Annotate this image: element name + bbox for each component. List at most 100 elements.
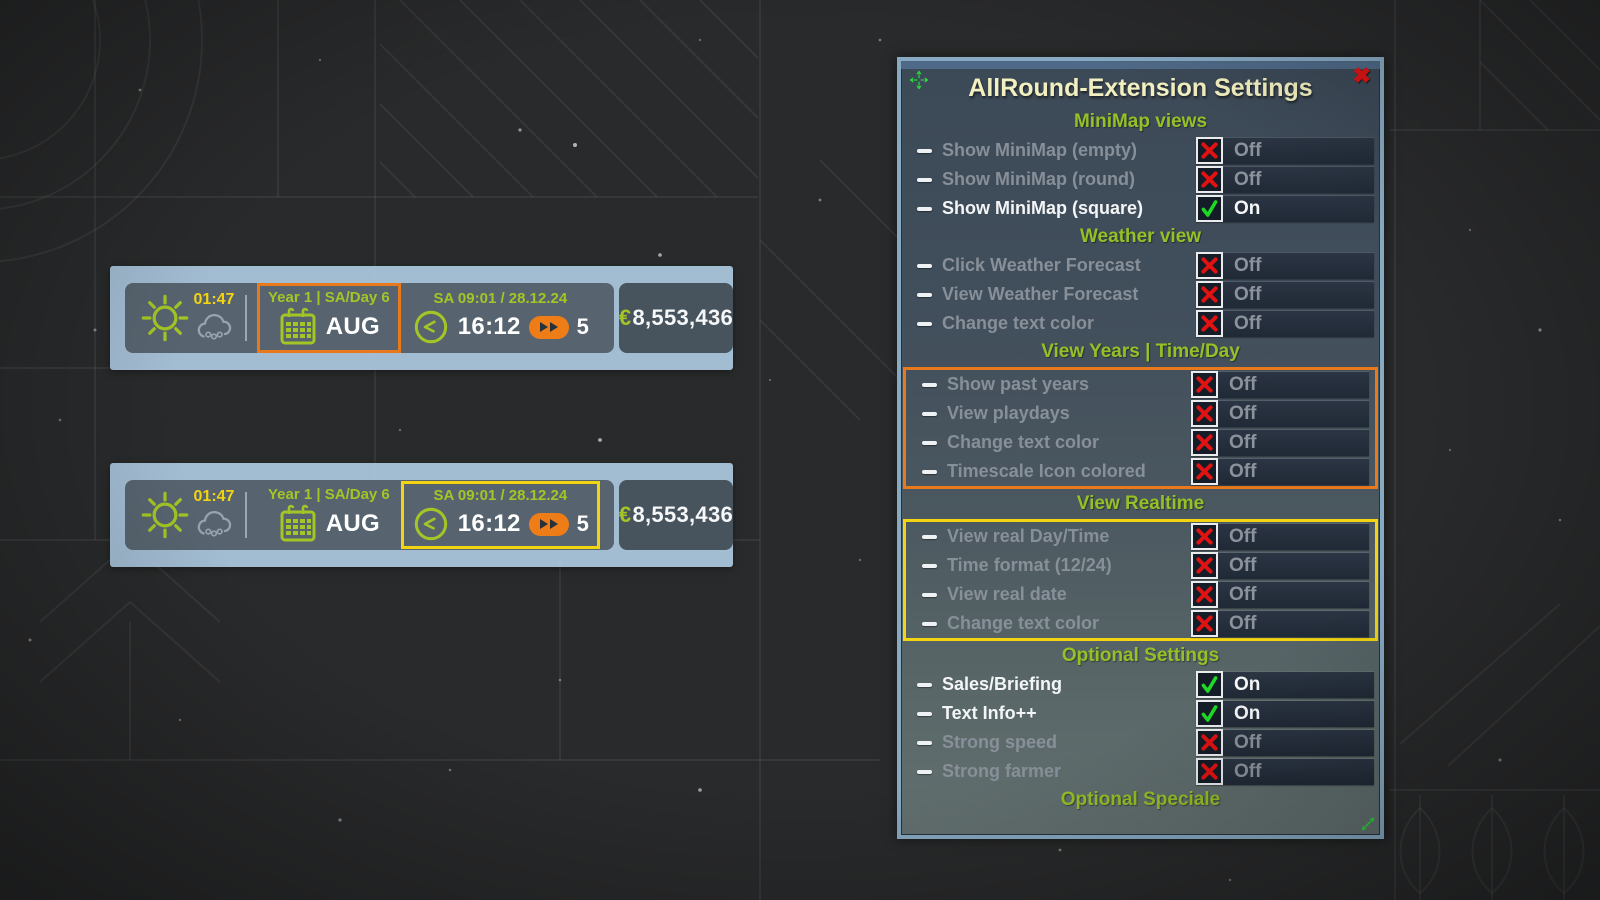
checkbox-unchecked-icon[interactable] bbox=[1196, 137, 1223, 164]
move-handle[interactable] bbox=[908, 69, 930, 91]
setting-toggle[interactable]: Off bbox=[1191, 611, 1369, 637]
state-label: Off bbox=[1229, 526, 1256, 548]
checkbox-unchecked-icon[interactable] bbox=[1196, 729, 1223, 756]
weather-section: 01:47 bbox=[139, 291, 235, 345]
setting-toggle[interactable]: On bbox=[1196, 672, 1374, 698]
fast-forward-icon bbox=[550, 519, 558, 529]
setting-toggle[interactable]: Off bbox=[1191, 372, 1369, 398]
state-label: On bbox=[1234, 198, 1260, 220]
settings-group: View real Day/TimeOffTime format (12/24)… bbox=[903, 519, 1378, 641]
checkbox-checked-icon[interactable] bbox=[1196, 700, 1223, 727]
calendar-icon bbox=[278, 504, 318, 544]
checkbox-unchecked-icon[interactable] bbox=[1196, 166, 1223, 193]
setting-toggle[interactable]: Off bbox=[1191, 430, 1369, 456]
fast-forward-icon bbox=[540, 519, 548, 529]
setting-label: Show MiniMap (square) bbox=[942, 198, 1196, 219]
settings-row: Show MiniMap (round)Off bbox=[901, 165, 1380, 194]
sun-icon bbox=[139, 292, 191, 344]
setting-toggle[interactable]: Off bbox=[1191, 582, 1369, 608]
resize-icon[interactable] bbox=[1360, 816, 1376, 832]
currency-icon: € bbox=[619, 305, 632, 331]
settings-row: View real dateOff bbox=[906, 580, 1375, 609]
setting-toggle[interactable]: On bbox=[1196, 701, 1374, 727]
section-header: MiniMap views bbox=[901, 108, 1380, 136]
hud-bar-1: 01:47 Year 1 | SA/Day 6 bbox=[110, 266, 733, 370]
money-box: € 8,553,436 bbox=[619, 480, 733, 550]
dash-icon bbox=[922, 383, 937, 387]
checkbox-checked-icon[interactable] bbox=[1196, 671, 1223, 698]
clock-section: SA 09:01 / 28.12.24 16:12 5 bbox=[401, 284, 600, 352]
timescale-value: 5 bbox=[577, 314, 589, 340]
setting-toggle[interactable]: Off bbox=[1196, 311, 1374, 337]
setting-toggle[interactable]: Off bbox=[1191, 553, 1369, 579]
dash-icon bbox=[917, 322, 932, 326]
settings-row: Strong farmerOff bbox=[901, 757, 1380, 786]
timescale-badge bbox=[529, 513, 569, 536]
dash-icon bbox=[917, 741, 932, 745]
settings-row: Show MiniMap (square) On bbox=[901, 194, 1380, 223]
checkbox-unchecked-icon[interactable] bbox=[1196, 281, 1223, 308]
hud-divider bbox=[245, 492, 247, 538]
setting-label: View real date bbox=[947, 584, 1191, 605]
checkbox-unchecked-icon[interactable] bbox=[1196, 758, 1223, 785]
setting-toggle[interactable]: Off bbox=[1196, 138, 1374, 164]
rain-cloud-icon bbox=[193, 309, 235, 345]
money-value: 8,553,436 bbox=[632, 305, 733, 331]
checkbox-unchecked-icon[interactable] bbox=[1191, 400, 1218, 427]
checkbox-unchecked-icon[interactable] bbox=[1191, 610, 1218, 637]
setting-label: Click Weather Forecast bbox=[942, 255, 1196, 276]
dash-icon bbox=[922, 535, 937, 539]
checkbox-unchecked-icon[interactable] bbox=[1191, 552, 1218, 579]
state-label: Off bbox=[1229, 461, 1256, 483]
hud-info-bar: 01:47 Year 1 | SA/Day 6 bbox=[125, 283, 614, 353]
state-label: On bbox=[1234, 703, 1260, 725]
dash-icon bbox=[917, 178, 932, 182]
settings-row: Timescale Icon coloredOff bbox=[906, 457, 1375, 486]
checkbox-unchecked-icon[interactable] bbox=[1196, 252, 1223, 279]
dash-icon bbox=[917, 207, 932, 211]
setting-label: Change text color bbox=[942, 313, 1196, 334]
close-icon[interactable]: ✖ bbox=[1353, 65, 1371, 87]
checkbox-unchecked-icon[interactable] bbox=[1191, 581, 1218, 608]
state-label: Off bbox=[1234, 761, 1261, 783]
state-label: Off bbox=[1234, 169, 1261, 191]
settings-row: View Weather ForecastOff bbox=[901, 280, 1380, 309]
setting-toggle[interactable]: Off bbox=[1196, 282, 1374, 308]
dash-icon bbox=[922, 564, 937, 568]
timescale-value: 5 bbox=[577, 511, 589, 537]
datetime-label: SA 09:01 / 28.12.24 bbox=[433, 290, 567, 308]
checkbox-unchecked-icon[interactable] bbox=[1191, 371, 1218, 398]
settings-row: View real Day/TimeOff bbox=[906, 522, 1375, 551]
settings-row: Time format (12/24)Off bbox=[906, 551, 1375, 580]
settings-row: Show past yearsOff bbox=[906, 370, 1375, 399]
setting-toggle[interactable]: Off bbox=[1196, 730, 1374, 756]
checkbox-unchecked-icon[interactable] bbox=[1191, 458, 1218, 485]
setting-toggle[interactable]: Off bbox=[1191, 401, 1369, 427]
state-label: On bbox=[1234, 674, 1260, 696]
checkbox-unchecked-icon[interactable] bbox=[1191, 429, 1218, 456]
setting-label: Sales/Briefing bbox=[942, 674, 1196, 695]
hud-divider bbox=[245, 295, 247, 341]
section-header: Optional Settings bbox=[901, 642, 1380, 670]
year-day-label: Year 1 | SA/Day 6 bbox=[268, 289, 390, 307]
checkbox-unchecked-icon[interactable] bbox=[1191, 523, 1218, 550]
currency-icon: € bbox=[619, 502, 632, 528]
panel-empty-area bbox=[901, 814, 1380, 835]
setting-label: Time format (12/24) bbox=[947, 555, 1191, 576]
setting-toggle[interactable]: Off bbox=[1196, 167, 1374, 193]
setting-toggle[interactable]: Off bbox=[1191, 459, 1369, 485]
state-label: Off bbox=[1234, 284, 1261, 306]
game-time-label: 16:12 bbox=[458, 510, 521, 538]
checkbox-checked-icon[interactable] bbox=[1196, 195, 1223, 222]
settings-panel: AllRound-Extension Settings MiniMap view… bbox=[897, 57, 1384, 839]
setting-toggle[interactable]: Off bbox=[1196, 253, 1374, 279]
setting-label: Change text color bbox=[947, 613, 1191, 634]
checkbox-unchecked-icon[interactable] bbox=[1196, 310, 1223, 337]
month-label: AUG bbox=[326, 313, 380, 341]
setting-toggle[interactable]: On bbox=[1196, 196, 1374, 222]
setting-toggle[interactable]: Off bbox=[1196, 759, 1374, 785]
night-time-label: 01:47 bbox=[194, 291, 235, 309]
setting-toggle[interactable]: Off bbox=[1191, 524, 1369, 550]
dash-icon bbox=[922, 412, 937, 416]
money-box: € 8,553,436 bbox=[619, 283, 733, 353]
